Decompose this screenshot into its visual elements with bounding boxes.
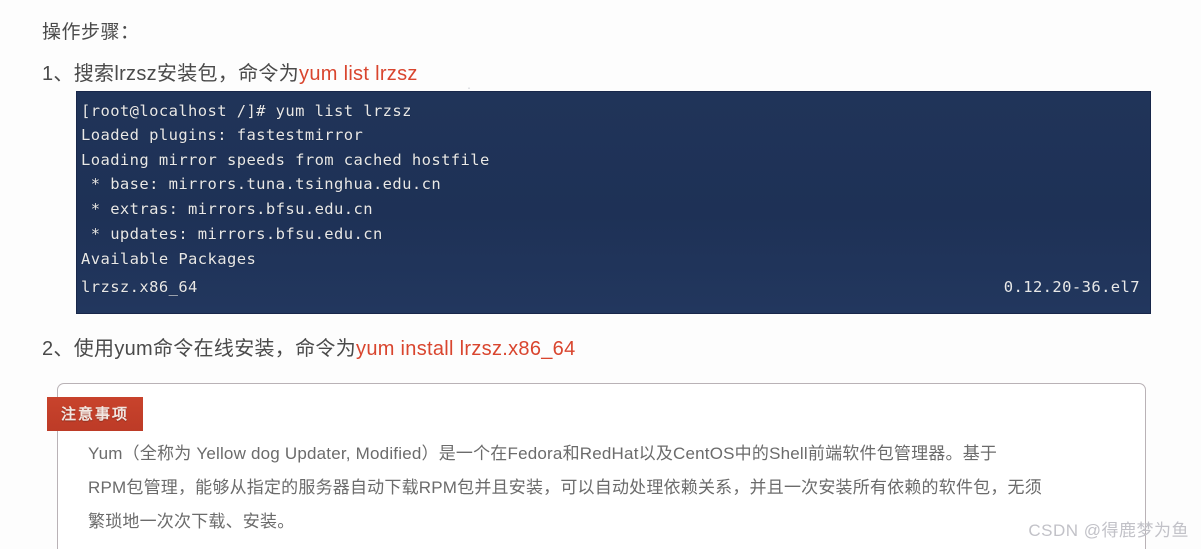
step-1-text: 1、搜索lrzsz安装包，命令为 bbox=[42, 63, 300, 85]
step-1-command: yum list lrzsz bbox=[299, 63, 418, 85]
page-heading: 操作步骤： bbox=[42, 22, 140, 43]
terminal-line-package-name: lrzsz.x86_64 bbox=[81, 278, 198, 296]
terminal-package-version: 0.12.20-36.el7 bbox=[1003, 278, 1140, 296]
csdn-watermark: CSDN @得鹿梦为鱼 bbox=[1028, 521, 1189, 540]
step-2-command: yum install lrzsz.x86_64 bbox=[356, 338, 576, 360]
terminal-line: * extras: mirrors.bfsu.edu.cn bbox=[81, 200, 373, 218]
notice-badge: 注意事项 bbox=[47, 397, 144, 431]
notice-paragraph-line: RPM包管理，能够从指定的服务器自动下载RPM包并且安装，可以自动处理依赖关系，… bbox=[88, 478, 1042, 497]
notice-paragraph-line: 繁琐地一次次下载、安装。 bbox=[88, 512, 295, 531]
terminal-output-block: [root@localhost /]# yum list lrzsz Loade… bbox=[77, 92, 1150, 313]
terminal-line: Available Packages bbox=[81, 250, 257, 268]
step-1-line: 1、搜索lrzsz安装包，命令为yum list lrzsz bbox=[42, 57, 418, 86]
terminal-line: * base: mirrors.tuna.tsinghua.edu.cn bbox=[81, 175, 442, 193]
terminal-line: * updates: mirrors.bfsu.edu.cn bbox=[81, 225, 383, 243]
step-2-line: 2、使用yum命令在线安装，命令为yum install lrzsz.x86_6… bbox=[42, 332, 576, 361]
notice-paragraph-line: Yum（全称为 Yellow dog Updater, Modified）是一个… bbox=[88, 444, 998, 463]
document-page: 操作步骤： 1、搜索lrzsz安装包，命令为yum list lrzsz ⋮ [… bbox=[0, 0, 1201, 549]
terminal-line: Loaded plugins: fastestmirror bbox=[81, 126, 364, 144]
terminal-line: Loading mirror speeds from cached hostfi… bbox=[81, 151, 490, 169]
step-2-text: 2、使用yum命令在线安装，命令为 bbox=[42, 338, 357, 360]
notice-body: Yum（全称为 Yellow dog Updater, Modified）是一个… bbox=[88, 437, 1128, 539]
terminal-line: [root@localhost /]# yum list lrzsz bbox=[81, 102, 412, 120]
